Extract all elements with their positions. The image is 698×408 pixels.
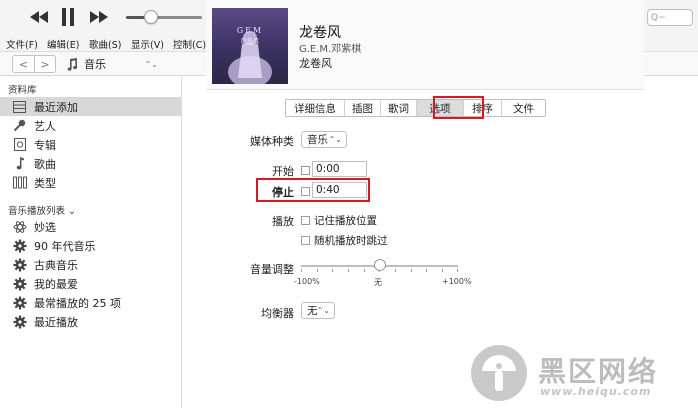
- sidebar-item-label: 最近播放: [34, 315, 78, 329]
- gear-icon: [12, 295, 27, 310]
- start-checkbox[interactable]: [301, 166, 310, 175]
- gear-icon: [12, 314, 27, 329]
- volume-adjust-knob[interactable]: [373, 259, 386, 271]
- pause-icon[interactable]: [60, 8, 76, 26]
- start-time-field[interactable]: 0:00: [312, 161, 367, 177]
- tab-file[interactable]: 文件: [501, 100, 545, 116]
- sidebar-item-recently-played[interactable]: 最近播放: [0, 312, 181, 331]
- sidebar-item-label: 艺人: [34, 119, 56, 133]
- tab-details[interactable]: 详细信息: [286, 100, 344, 116]
- sidebar-item-label: 妙选: [34, 220, 56, 234]
- media-kind-label: 音乐: [84, 58, 106, 71]
- info-tabs: 详细信息 插图 歌词 选项 排序 文件: [285, 99, 546, 117]
- volume-min-label: -100%: [294, 277, 320, 286]
- media-kind-selector[interactable]: 音乐 ⌃⌄: [66, 55, 160, 73]
- equalizer-select[interactable]: 无 ⌃⌄: [301, 302, 335, 319]
- microphone-icon: [12, 118, 27, 133]
- artwork-title: 龍捲風: [240, 38, 259, 45]
- sidebar-item-recently-added[interactable]: 最近添加: [0, 97, 181, 116]
- gear-icon: [12, 238, 27, 253]
- chevron-updown-icon: ⌃⌄: [328, 135, 342, 144]
- sidebar-item-90s-music[interactable]: 90 年代音乐: [0, 236, 181, 255]
- menu-edit[interactable]: 编辑(E): [47, 37, 79, 51]
- skip-shuffle-label: 随机播放时跳过: [314, 235, 388, 247]
- start-label: 开始: [272, 165, 294, 178]
- search-placeholder: Q~: [651, 12, 666, 23]
- tab-lyrics[interactable]: 歌词: [380, 100, 416, 116]
- song-title: 龙卷风: [299, 25, 341, 41]
- gear-icon: [12, 276, 27, 291]
- genre-icon: [12, 175, 27, 190]
- sidebar-item-classical[interactable]: 古典音乐: [0, 255, 181, 274]
- chevron-updown-icon: ⌃⌄: [144, 59, 158, 69]
- song-info-header: GEM 龍捲風 龙卷风 G.E.M.邓紫棋 龙卷风: [206, 0, 644, 90]
- sidebar-item-label: 我的最爱: [34, 277, 78, 291]
- music-note-icon: [12, 156, 27, 171]
- sidebar-item-label: 歌曲: [34, 157, 56, 171]
- sidebar-item-genres[interactable]: 类型: [0, 173, 181, 192]
- grid-icon: [12, 99, 27, 114]
- media-kind-value: 音乐: [307, 134, 328, 146]
- volume-adjust-label: 音量调整: [250, 263, 294, 276]
- forward-button[interactable]: >: [33, 56, 55, 72]
- nav-buttons: < >: [12, 55, 56, 73]
- back-button[interactable]: <: [13, 56, 34, 72]
- watermark-text: 黑区网络: [538, 355, 659, 388]
- playlists-heading[interactable]: 音乐播放列表 ⌄: [8, 203, 76, 217]
- sidebar-item-top-25[interactable]: 最常播放的 25 项: [0, 293, 181, 312]
- watermark-url: www.heiqu.com: [540, 385, 652, 398]
- sidebar-item-albums[interactable]: 专辑: [0, 135, 181, 154]
- sidebar-item-label: 最近添加: [34, 100, 78, 114]
- equalizer-label: 均衡器: [261, 307, 294, 320]
- volume-max-label: +100%: [442, 277, 472, 286]
- sidebar-item-label: 类型: [34, 176, 56, 190]
- highlight-box-options-tab: [433, 96, 484, 119]
- sidebar-item-songs[interactable]: 歌曲: [0, 154, 181, 173]
- sidebar-item-favorites[interactable]: 我的最爱: [0, 274, 181, 293]
- media-kind-select[interactable]: 音乐 ⌃⌄: [301, 131, 347, 148]
- gear-icon: [12, 257, 27, 272]
- album-artwork: GEM 龍捲風: [212, 8, 288, 84]
- menu-controls[interactable]: 控制(C): [173, 37, 206, 51]
- itunes-window: Q~ 文件(F) 编辑(E) 歌曲(S) 显示(V) 控制(C) < > 音乐 …: [0, 0, 698, 408]
- previous-icon[interactable]: [30, 10, 48, 24]
- menu-file[interactable]: 文件(F): [6, 37, 38, 51]
- volume-mid-label: 无: [374, 278, 382, 287]
- next-icon[interactable]: [90, 10, 108, 24]
- playback-label: 播放: [272, 215, 294, 228]
- search-input[interactable]: Q~: [647, 9, 693, 26]
- song-album: 龙卷风: [299, 57, 332, 70]
- sidebar-item-label: 专辑: [34, 138, 56, 152]
- song-artist: G.E.M.邓紫棋: [299, 44, 362, 55]
- sidebar-item-label: 最常播放的 25 项: [34, 296, 121, 310]
- volume-slider-knob[interactable]: [144, 10, 159, 24]
- sidebar-item-artists[interactable]: 艺人: [0, 116, 181, 135]
- sidebar-item-label: 古典音乐: [34, 258, 78, 272]
- artwork-logo: GEM: [236, 26, 264, 35]
- sidebar: 资料库 最近添加 艺人 专辑 歌曲 类型 音乐播放列表 ⌄ 妙选 90 年代音乐…: [0, 77, 182, 408]
- library-heading: 资料库: [8, 85, 37, 96]
- menu-song[interactable]: 歌曲(S): [89, 37, 121, 51]
- highlight-box-stop: [256, 178, 370, 202]
- tab-artwork[interactable]: 插图: [344, 100, 380, 116]
- skip-shuffle-checkbox[interactable]: [301, 236, 310, 245]
- remember-position-label: 记住播放位置: [314, 215, 377, 227]
- album-icon: [12, 137, 27, 152]
- watermark-logo: [470, 344, 528, 402]
- music-note-icon: [66, 57, 78, 71]
- sidebar-item-genius-mixes[interactable]: 妙选: [0, 217, 181, 236]
- media-kind-label: 媒体种类: [250, 135, 294, 148]
- chevron-updown-icon: ⌃⌄: [316, 306, 330, 315]
- atom-icon: [12, 219, 27, 234]
- sidebar-item-label: 90 年代音乐: [34, 239, 96, 253]
- remember-position-checkbox[interactable]: [301, 216, 310, 225]
- menu-view[interactable]: 显示(V): [131, 37, 164, 51]
